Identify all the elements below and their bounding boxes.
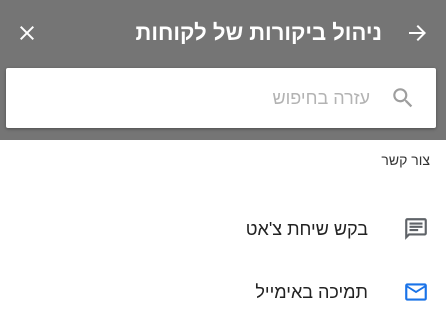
search-icon[interactable] — [390, 85, 416, 111]
back-button[interactable] — [400, 16, 434, 50]
menu-item-email[interactable]: תמיכה באימייל — [0, 265, 446, 319]
search-box — [6, 68, 436, 128]
app-bar: ניהול ביקורות של לקוחות — [0, 0, 446, 66]
email-icon — [402, 280, 430, 304]
page-title: ניהול ביקורות של לקוחות — [135, 20, 382, 45]
close-icon — [20, 26, 34, 40]
search-input[interactable] — [30, 82, 370, 114]
menu-item-label: תמיכה באימייל — [255, 282, 368, 302]
menu-item-chat[interactable]: בקש שיחת צ'אט — [0, 202, 446, 256]
chat-icon — [402, 217, 430, 241]
section-heading-contact: צור קשר — [381, 152, 430, 168]
menu-item-label: בקש שיחת צ'אט — [245, 219, 368, 239]
arrow-right-icon — [409, 25, 426, 41]
close-button[interactable] — [10, 16, 44, 50]
header: ניהול ביקורות של לקוחות — [0, 0, 446, 140]
